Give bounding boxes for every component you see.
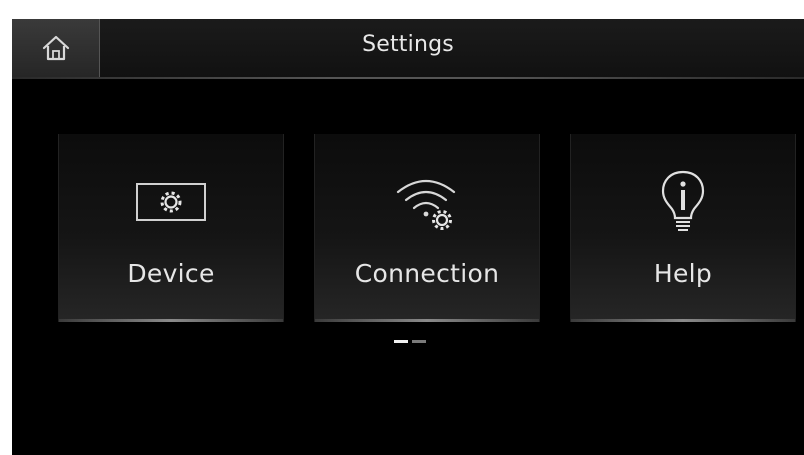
home-icon	[41, 34, 71, 62]
home-button[interactable]	[12, 19, 100, 77]
page-indicator-dot-1	[394, 340, 408, 343]
tile-device[interactable]: Device	[58, 134, 284, 322]
page-indicator	[394, 340, 426, 344]
lightbulb-info-icon	[571, 170, 795, 232]
wifi-settings-icon	[315, 172, 539, 232]
tile-help[interactable]: Help	[570, 134, 796, 322]
tile-device-label: Device	[127, 259, 215, 288]
tile-connection[interactable]: Connection	[314, 134, 540, 322]
page-indicator-dot-2	[412, 340, 426, 343]
settings-tiles: Device Connection Help	[12, 134, 804, 324]
page-title: Settings	[362, 32, 454, 57]
tile-connection-label: Connection	[354, 259, 500, 288]
device-settings-icon	[59, 172, 283, 232]
settings-screen: Settings Device Connection Help	[12, 19, 804, 455]
tile-help-label: Help	[653, 259, 713, 288]
header-divider	[12, 77, 804, 79]
header-bar: Settings	[12, 19, 804, 77]
